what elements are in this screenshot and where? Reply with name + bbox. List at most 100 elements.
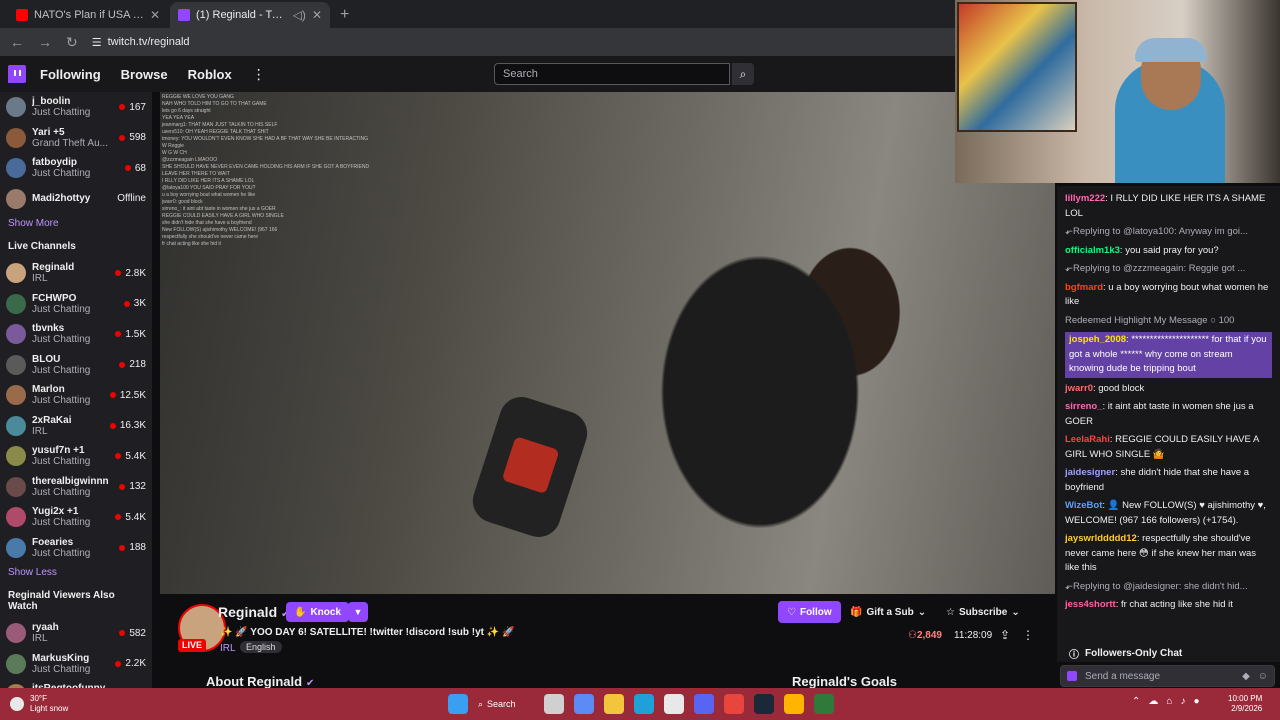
mic-icon[interactable]: ● (1193, 696, 1199, 707)
browser-tab-twitch[interactable]: (1) Reginald - Twitch ◁) ✕ (170, 2, 330, 28)
more-options-icon[interactable]: ⋮ (252, 66, 266, 83)
task-view-icon[interactable] (544, 694, 564, 714)
chat-input[interactable]: Send a message ◆ ☺ (1060, 665, 1275, 687)
knock-button[interactable]: ✋ Knock (286, 602, 350, 622)
site-info-icon[interactable]: ☰ (92, 36, 102, 49)
chat-username[interactable]: sirreno_ (1065, 401, 1103, 412)
sidebar-channel[interactable]: Reginald IRL 2.8K (0, 258, 152, 289)
chat-message: WizeBot: 👤 New FOLLOW(S) ♥ ajishimothy ♥… (1065, 499, 1272, 528)
video-player[interactable]: REGGIE WE LOVE YOU GANG NAH WHO TOLD HIM … (160, 92, 1055, 594)
network-icon[interactable]: ⌂ (1166, 696, 1172, 707)
live-channels-header: Live Channels (8, 241, 76, 252)
stream-category[interactable]: IRL (220, 643, 236, 654)
sidebar-channel[interactable]: fatboydip Just Chatting 68 (0, 153, 152, 184)
onedrive-icon[interactable]: ☁ (1148, 696, 1158, 707)
channel-name: Reginald (32, 262, 75, 274)
streamer-name[interactable]: Reginald✔ (218, 604, 290, 620)
sidebar-channel[interactable]: BLOU Just Chatting 218 (0, 350, 152, 381)
store-icon[interactable] (664, 694, 684, 714)
sidebar-channel[interactable]: therealbigwinnn Just Chatting 132 (0, 472, 152, 503)
bits-icon[interactable]: ◆ (1242, 671, 1250, 682)
sidebar-channel[interactable]: Foearies Just Chatting 188 (0, 533, 152, 564)
clock[interactable]: 10:00 PM 2/9/2026 (1228, 694, 1262, 714)
mute-icon[interactable]: ◁) (293, 8, 306, 22)
sidebar-channel[interactable]: 2xRaKai IRL 16.3K (0, 411, 152, 442)
overlay-chat-line: @latoya100 YOU SAID PRAY FOR YOU? (162, 185, 256, 191)
sidebar-channel[interactable]: Yari +5 Grand Theft Au... 598 (0, 123, 152, 154)
share-icon[interactable]: ⇪ (1000, 628, 1010, 642)
sidebar-channel[interactable]: yusuf7n +1 Just Chatting 5.4K (0, 441, 152, 472)
show-less-link[interactable]: Show Less (0, 563, 152, 584)
chat-username[interactable]: jess4shortt (1065, 599, 1116, 610)
chat-username[interactable]: lillym222 (1065, 193, 1105, 204)
reload-icon[interactable]: ↻ (66, 34, 78, 51)
nav-roblox[interactable]: Roblox (188, 67, 232, 82)
edge-icon[interactable] (634, 694, 654, 714)
browser-tab-youtube[interactable]: NATO's Plan if USA Tries to Inva ✕ (8, 2, 168, 28)
sidebar-channel[interactable]: tbvnks Just Chatting 1.5K (0, 319, 152, 350)
close-icon[interactable]: ✕ (150, 8, 160, 22)
twitch-logo-icon[interactable] (8, 65, 26, 83)
show-more-link[interactable]: Show More (0, 214, 152, 235)
forward-icon[interactable]: → (38, 34, 52, 50)
chevron-down-icon[interactable]: ▼ (348, 602, 368, 622)
chat-username[interactable]: WizeBot (1065, 500, 1102, 511)
viewer-count: 3K (133, 298, 146, 310)
new-tab-icon[interactable]: + (332, 6, 357, 28)
sidebar-channel[interactable]: j_boolin Just Chatting 167 (0, 92, 152, 123)
chat-username[interactable]: jospeh_2008 (1069, 334, 1126, 345)
chat-username[interactable]: jaidesigner (1065, 467, 1115, 478)
more-options-icon[interactable]: ⋮ (1022, 628, 1034, 642)
channel-name: tbvnks (32, 323, 65, 335)
sidebar-channel[interactable]: Madi2hottyy Offline (0, 184, 152, 215)
file-explorer-icon[interactable] (604, 694, 624, 714)
sidebar-channel[interactable]: ryaah IRL 582 (0, 618, 152, 649)
gift-sub-button[interactable]: 🎁 Gift a Sub ⌄ (850, 601, 926, 623)
chat-username[interactable]: jwarr0 (1065, 383, 1093, 394)
follow-button[interactable]: ♡ Follow (778, 601, 841, 623)
channel-name: therealbigwinnn (32, 475, 109, 487)
search-input[interactable]: Search (494, 63, 730, 85)
vegas-icon[interactable] (814, 694, 834, 714)
search-icon: ⌕ (478, 698, 484, 709)
weather-widget[interactable]: 30°F Light snow (10, 694, 68, 714)
followers-only-text: Followers-Only Chat (1085, 647, 1183, 659)
sidebar-channel[interactable]: Marlon Just Chatting 12.5K (0, 380, 152, 411)
sidebar-channel[interactable]: itsRegtoofunnyJust Chatting237 (0, 679, 152, 688)
windows-start-icon[interactable] (448, 694, 468, 714)
copilot-icon[interactable] (574, 694, 594, 714)
emote-icon[interactable]: ☺ (1258, 671, 1268, 682)
chevron-down-icon: ⌄ (1011, 606, 1020, 618)
channel-category: Just Chatting (32, 486, 91, 498)
chat-username[interactable]: officialm1k3 (1065, 245, 1120, 256)
url-field[interactable]: ☰ twitch.tv/reginald (92, 36, 190, 49)
discord-icon[interactable] (694, 694, 714, 714)
sidebar-channel[interactable]: Yugi2x +1 Just Chatting 5.4K (0, 502, 152, 533)
chat-badge-icon[interactable] (1067, 671, 1077, 681)
steam-icon[interactable] (754, 694, 774, 714)
chat-username[interactable]: bgfmard (1065, 282, 1103, 293)
avatar (6, 446, 26, 467)
nav-following[interactable]: Following (40, 67, 101, 82)
avatar (6, 507, 26, 528)
roblox-studio-icon[interactable] (784, 694, 804, 714)
channel-name: MarkusKing (32, 652, 90, 664)
search-icon[interactable]: ⌕ (732, 63, 754, 85)
stream-tag[interactable]: English (240, 641, 282, 653)
nav-browse[interactable]: Browse (121, 67, 168, 82)
chat-username[interactable]: jayswrlddddd12 (1065, 533, 1137, 544)
avatar (6, 293, 26, 314)
chevron-up-icon[interactable]: ⌃ (1132, 696, 1140, 707)
taskbar-search[interactable]: ⌕ Search (478, 699, 534, 710)
sidebar-channel[interactable]: MarkusKing Just Chatting 2.2K (0, 649, 152, 680)
live-dot (119, 630, 126, 637)
chat-username[interactable]: LeelaRahi (1065, 434, 1110, 445)
volume-icon[interactable]: ♪ (1180, 696, 1185, 707)
back-icon[interactable]: ← (10, 34, 24, 50)
avatar (6, 188, 26, 209)
channel-category: Grand Theft Au... (32, 137, 108, 149)
chrome-icon[interactable] (724, 694, 744, 714)
close-icon[interactable]: ✕ (312, 8, 322, 22)
sidebar-channel[interactable]: FCHWPO Just Chatting 3K (0, 289, 152, 320)
subscribe-button[interactable]: ☆ Subscribe ⌄ (946, 601, 1020, 623)
